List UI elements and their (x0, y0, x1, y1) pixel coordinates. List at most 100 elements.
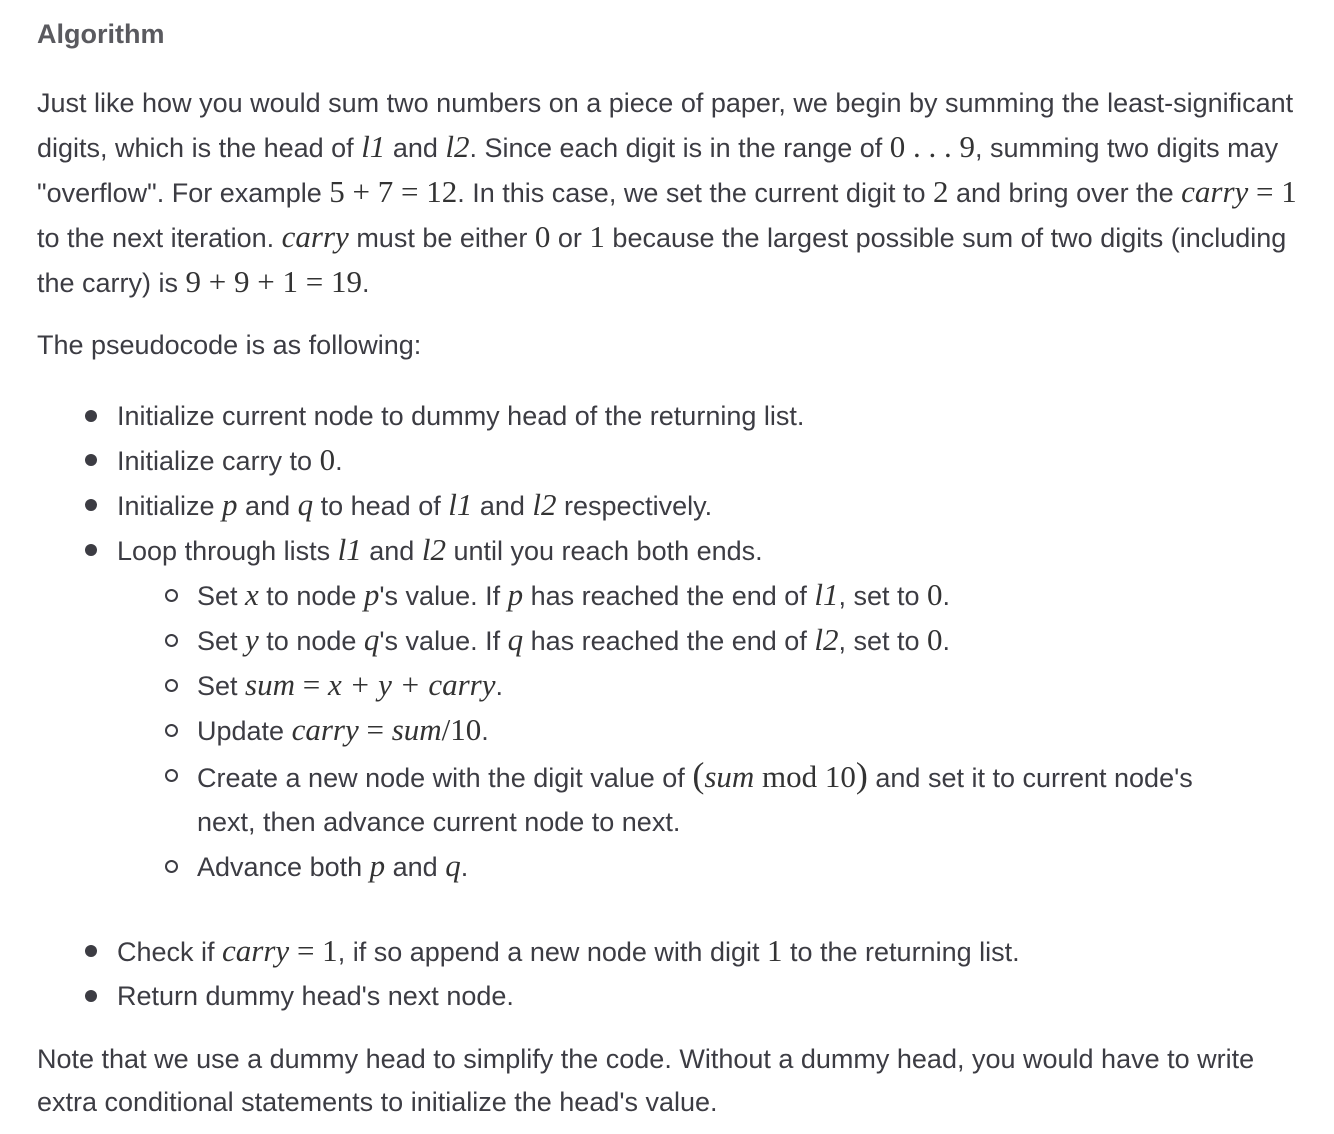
math-sum: sum (245, 667, 295, 702)
step-text: Create a new node with the digit value o… (197, 763, 693, 793)
math-sum: sum (704, 759, 755, 794)
sub-list-item: Set sum = x + y + carry. (37, 663, 1307, 708)
step-text: 's value. If (379, 626, 508, 656)
list-item: Initialize carry to 0. (37, 438, 1307, 483)
math-p: p (363, 577, 380, 612)
list-item: Initialize current node to dummy head of… (37, 394, 1307, 438)
pseudocode-intro: The pseudocode is as following: (37, 330, 422, 360)
step-text: Advance both (197, 852, 370, 882)
intro-text: . In this case, we set the current digit… (457, 178, 933, 208)
math-equals: = (294, 667, 328, 702)
intro-text: . (361, 268, 370, 298)
bullet-icon (85, 990, 97, 1002)
step-text: . (942, 626, 951, 656)
step-text: Update (197, 716, 292, 746)
bullet-icon (85, 499, 97, 511)
math-two: 2 (932, 174, 949, 209)
step-text: Set (197, 671, 246, 701)
intro-text: . Since each digit is in the range of (469, 133, 890, 163)
math-paren-close: ) (855, 755, 868, 795)
math-carry: carry (222, 933, 290, 968)
step-text: until you reach both ends. (445, 536, 763, 566)
step-text: and (237, 491, 298, 521)
list-item: Initialize p and q to head of l1 and l2 … (37, 483, 1307, 528)
math-y: y (245, 622, 259, 657)
math-zero: 0 (927, 577, 943, 612)
step-text: to the returning list. (782, 937, 1020, 967)
list-item: Return dummy head's next node. (37, 974, 1307, 1018)
step-text: 's value. If (379, 581, 508, 611)
step-text: and (361, 536, 422, 566)
circle-bullet-icon (165, 634, 178, 647)
math-sum-expression: x + y + carry (327, 667, 496, 702)
step-text: Initialize (117, 491, 223, 521)
step-text: Set (197, 626, 246, 656)
intro-text: and bring over the (948, 178, 1182, 208)
list-item: Check if carry = 1, if so append a new n… (37, 929, 1307, 974)
math-l2: l2 (421, 532, 446, 567)
math-carry: carry (291, 712, 359, 747)
math-carry-value: = 1 (289, 933, 338, 968)
step-text: has reached the end of (523, 581, 815, 611)
math-equals: = (358, 712, 392, 747)
step-text: . (335, 446, 343, 476)
step-text: and (385, 852, 446, 882)
step-text: Set (197, 581, 246, 611)
math-l1: l1 (337, 532, 362, 567)
loop-substeps: Set x to node p's value. If p has reache… (37, 573, 1307, 889)
intro-text: must be either (348, 223, 535, 253)
step-text: respectively. (556, 491, 713, 521)
step-text: to node (258, 581, 364, 611)
math-q: q (297, 487, 314, 522)
section-heading: Algorithm (37, 19, 165, 49)
math-carry: carry (281, 219, 349, 254)
step-text: Return dummy head's next node. (117, 981, 514, 1011)
sub-list-item: Set y to node q's value. If q has reache… (37, 618, 1307, 663)
math-l1: l1 (361, 129, 386, 164)
sub-list-item: Create a new node with the digit value o… (37, 753, 1307, 844)
math-l1: l1 (814, 577, 839, 612)
math-one: 1 (766, 933, 783, 968)
step-text: , if so append a new node with digit (337, 937, 767, 967)
note-paragraph: Note that we use a dummy head to simplif… (37, 1044, 1255, 1117)
math-q: q (445, 848, 461, 883)
bullet-icon (85, 945, 97, 957)
circle-bullet-icon (165, 679, 178, 692)
step-text: Initialize current node to dummy head of… (117, 401, 805, 431)
math-l2: l2 (445, 129, 470, 164)
math-carry: carry (1181, 174, 1249, 209)
sub-list-item: Update carry = sum/10. (37, 708, 1307, 753)
math-zero: 0 (534, 219, 551, 254)
math-example: 5 + 7 = 12 (329, 174, 458, 209)
pseudocode-list: Initialize current node to dummy head of… (37, 394, 1307, 1018)
step-text: . (460, 852, 469, 882)
step-text: and (472, 491, 533, 521)
step-text: to node (258, 626, 364, 656)
intro-text: and (385, 133, 446, 163)
circle-bullet-icon (165, 860, 178, 873)
step-text: . (481, 716, 489, 746)
math-q: q (507, 622, 524, 657)
math-zero: 0 (319, 442, 336, 477)
step-text: Initialize carry to (117, 446, 320, 476)
step-text: . (942, 581, 951, 611)
bullet-icon (85, 544, 97, 556)
math-p: p (369, 848, 386, 883)
circle-bullet-icon (165, 724, 178, 737)
math-p: p (507, 577, 524, 612)
step-text: Loop through lists (117, 536, 338, 566)
math-zero: 0 (927, 622, 943, 657)
math-one: 1 (589, 219, 605, 254)
step-text: has reached the end of (523, 626, 815, 656)
bullet-icon (85, 410, 97, 422)
circle-bullet-icon (165, 769, 178, 782)
math-divide-ten: /10 (441, 712, 482, 747)
sub-list-item: Set x to node p's value. If p has reache… (37, 573, 1307, 618)
step-text: . (495, 671, 503, 701)
math-l2: l2 (814, 622, 839, 657)
step-text: , set to (838, 626, 927, 656)
math-q: q (363, 622, 380, 657)
intro-paragraph: Just like how you would sum two numbers … (37, 82, 1307, 305)
sub-list-item: Advance both p and q. (37, 844, 1307, 889)
list-item: Loop through lists l1 and l2 until you r… (37, 528, 1307, 929)
